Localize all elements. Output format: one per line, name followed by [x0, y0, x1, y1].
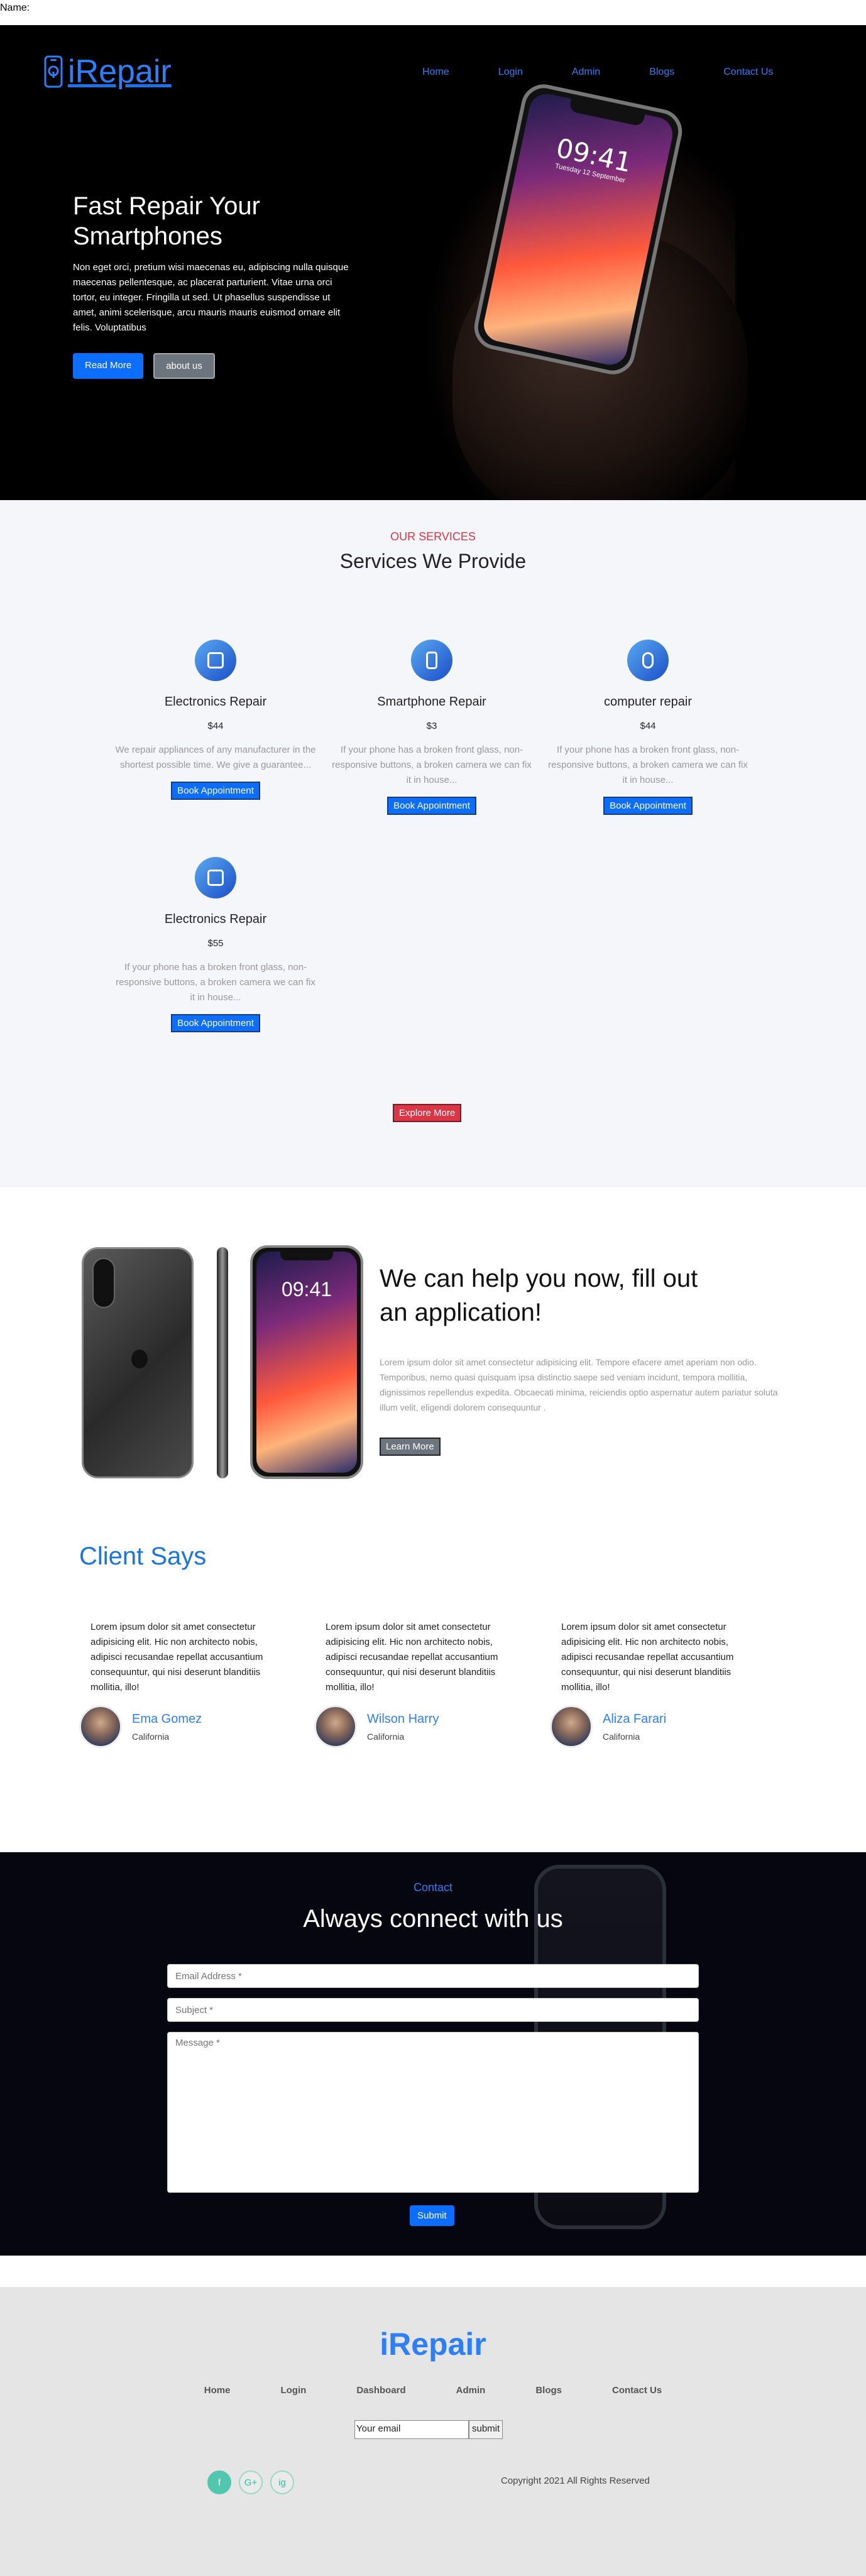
main-nav: Home Login Admin Blogs Contact Us — [422, 67, 822, 78]
facebook-icon[interactable]: f — [207, 2470, 231, 2494]
page-label: Name: — [0, 3, 30, 13]
footer-brand: iRepair — [380, 2327, 486, 2362]
copyright-text: Copyright 2021 All Rights Reserved — [501, 2475, 650, 2486]
footer-nav-dashboard[interactable]: Dashboard — [356, 2385, 405, 2396]
footer-nav-home[interactable]: Home — [204, 2385, 231, 2396]
contact-title: Always connect with us — [303, 1905, 563, 1933]
service-name: computer repair — [603, 695, 693, 709]
footer-nav-admin[interactable]: Admin — [456, 2385, 486, 2396]
testimonial: Lorem ipsum dolor sit amet consectetur a… — [550, 1620, 751, 1748]
service-description: If your phone has a broken front glass, … — [332, 745, 532, 785]
hero-title: Fast Repair Your Smartphones — [73, 192, 260, 250]
book-appointment-button[interactable]: Book Appointment — [171, 1014, 260, 1032]
testimonial-text: Lorem ipsum dolor sit amet consectetur a… — [561, 1622, 734, 1693]
service-name: Smartphone Repair — [377, 695, 486, 709]
phone-front-image: 09:41 — [250, 1245, 363, 1479]
instagram-icon[interactable]: ig — [270, 2470, 294, 2494]
testimonial: Lorem ipsum dolor sit amet consectetur a… — [79, 1620, 280, 1748]
client-name: Wilson Harry — [367, 1711, 439, 1726]
footer-nav-blogs[interactable]: Blogs — [535, 2385, 562, 2396]
contact-kicker: Contact — [413, 1881, 453, 1894]
about-us-button[interactable]: about us — [153, 353, 215, 379]
services-title: Services We Provide — [339, 550, 527, 572]
submit-button[interactable]: Submit — [410, 2205, 454, 2226]
testimonial-text: Lorem ipsum dolor sit amet consectetur a… — [326, 1622, 498, 1693]
chip-icon — [195, 640, 236, 681]
service-description: If your phone has a broken front glass, … — [116, 962, 315, 1003]
phone-side-image — [217, 1247, 228, 1478]
footer-nav: Home Login Dashboard Admin Blogs Contact… — [0, 2385, 866, 2396]
service-card: Electronics Repair $44 We repair applian… — [115, 640, 316, 800]
help-section: 09:41 We can help you now, fill out an a… — [0, 1187, 866, 1514]
service-name: Electronics Repair — [164, 695, 267, 709]
chip-icon — [195, 857, 236, 898]
clients-section: Client Says Lorem ipsum dolor sit amet c… — [0, 1514, 866, 1852]
clients-title: Client Says — [79, 1542, 207, 1570]
avatar — [79, 1705, 122, 1748]
nav-home[interactable]: Home — [422, 67, 449, 78]
smartphone-icon — [411, 640, 452, 681]
nav-blogs[interactable]: Blogs — [649, 67, 674, 78]
nav-admin[interactable]: Admin — [572, 67, 600, 78]
phone-back-image — [82, 1247, 194, 1478]
brand-name: iRepair — [68, 53, 172, 90]
phone-front-time: 09:41 — [281, 1278, 332, 1301]
mouse-icon — [627, 640, 669, 681]
service-price: $3 — [426, 721, 437, 731]
subscribe-email-input[interactable]: Your email — [354, 2420, 469, 2439]
book-appointment-button[interactable]: Book Appointment — [603, 797, 693, 815]
book-appointment-button[interactable]: Book Appointment — [387, 797, 476, 815]
hero-description: Non eget orci, pretium wisi maecenas eu,… — [73, 262, 349, 333]
service-price: $55 — [207, 938, 224, 949]
learn-more-button[interactable]: Learn More — [380, 1438, 441, 1456]
avatar — [550, 1705, 593, 1748]
hero-content: Fast Repair Your Smartphones Non eget or… — [73, 191, 356, 379]
service-card: computer repair $44 If your phone has a … — [547, 640, 748, 815]
help-content: We can help you now, fill out an applica… — [380, 1262, 782, 1456]
message-field[interactable] — [167, 2032, 699, 2193]
subject-field[interactable] — [167, 1998, 699, 2022]
brand-logo-link[interactable]: iRepair — [44, 53, 172, 90]
service-card: Smartphone Repair $3 If your phone has a… — [331, 640, 532, 815]
read-more-button[interactable]: Read More — [73, 353, 144, 379]
service-name: Electronics Repair — [164, 912, 267, 926]
nav-contact-us[interactable]: Contact Us — [723, 67, 773, 78]
phone-icon — [44, 55, 63, 88]
google-plus-icon[interactable]: G+ — [239, 2470, 263, 2494]
avatar — [314, 1705, 357, 1748]
client-location: California — [603, 1731, 640, 1742]
subscribe-button[interactable]: submit — [469, 2420, 503, 2439]
footer: iRepair Home Login Dashboard Admin Blogs… — [0, 2287, 866, 2576]
service-description: If your phone has a broken front glass, … — [548, 745, 748, 785]
email-field[interactable] — [167, 1964, 699, 1988]
help-description: Lorem ipsum dolor sit amet consectetur a… — [380, 1357, 778, 1412]
subscribe-form: Your email submit — [354, 2420, 503, 2439]
apple-logo-icon — [131, 1350, 148, 1368]
client-name: Aliza Farari — [603, 1711, 667, 1726]
explore-more-button[interactable]: Explore More — [393, 1104, 462, 1122]
service-price: $44 — [640, 721, 656, 731]
hero-section: 09:41 Tuesday 12 September iRepair Home … — [0, 25, 866, 500]
testimonial: Lorem ipsum dolor sit amet consectetur a… — [314, 1620, 515, 1748]
services-section: OUR SERVICES Services We Provide Electro… — [0, 500, 866, 1187]
social-links: f G+ ig — [207, 2470, 294, 2494]
footer-nav-login[interactable]: Login — [280, 2385, 306, 2396]
contact-section: Contact Always connect with us Submit — [0, 1852, 866, 2256]
service-description: We repair appliances of any manufacturer… — [115, 745, 316, 770]
client-location: California — [132, 1731, 170, 1742]
nav-login[interactable]: Login — [498, 67, 523, 78]
book-appointment-button[interactable]: Book Appointment — [171, 782, 260, 800]
service-price: $44 — [207, 721, 224, 731]
service-card: Electronics Repair $55 If your phone has… — [115, 857, 316, 1032]
footer-nav-contact-us[interactable]: Contact Us — [612, 2385, 662, 2396]
client-name: Ema Gomez — [132, 1711, 202, 1726]
help-title: We can help you now, fill out an applica… — [380, 1265, 698, 1326]
services-kicker: OUR SERVICES — [390, 530, 476, 543]
testimonial-text: Lorem ipsum dolor sit amet consectetur a… — [90, 1622, 263, 1693]
client-location: California — [367, 1731, 405, 1742]
